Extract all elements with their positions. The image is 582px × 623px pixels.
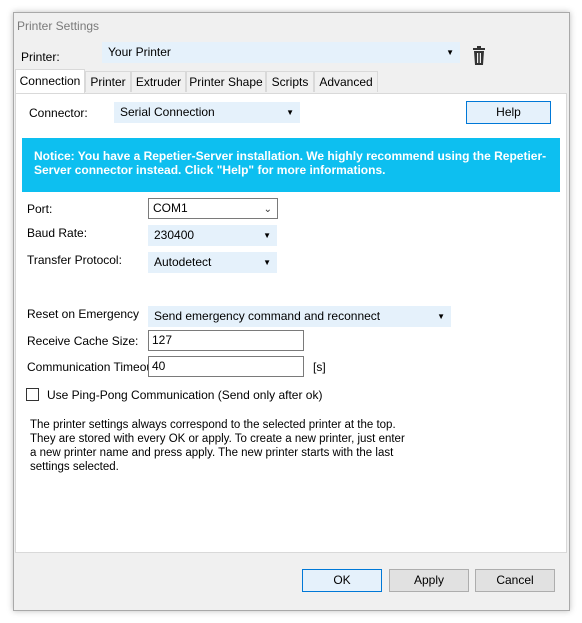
tab-connection[interactable]: Connection: [15, 69, 85, 93]
connector-select-value: Serial Connection: [120, 105, 215, 119]
ping-pong-checkbox[interactable]: [26, 388, 39, 401]
receive-cache-input[interactable]: 127: [148, 330, 304, 351]
transfer-protocol-select[interactable]: Autodetect ▼: [148, 252, 277, 273]
transfer-protocol-value: Autodetect: [154, 255, 212, 269]
printer-select[interactable]: Your Printer ▼: [102, 42, 460, 63]
port-label: Port:: [27, 202, 53, 216]
printer-select-value: Your Printer: [108, 45, 171, 59]
tab-advanced[interactable]: Advanced: [314, 71, 378, 92]
connector-select[interactable]: Serial Connection ▼: [114, 102, 300, 123]
baud-rate-value: 230400: [154, 228, 195, 242]
ping-pong-label: Use Ping-Pong Communication (Send only a…: [47, 388, 323, 402]
port-select[interactable]: COM1 ⌄: [148, 198, 278, 219]
tab-extruder[interactable]: Extruder: [131, 71, 186, 92]
transfer-protocol-label: Transfer Protocol:: [27, 253, 122, 267]
cancel-button[interactable]: Cancel: [475, 569, 555, 592]
apply-button[interactable]: Apply: [389, 569, 469, 592]
printer-label: Printer:: [21, 50, 60, 64]
timeout-unit: [s]: [313, 360, 326, 374]
communication-timeout-label: Communication Timeout:: [27, 360, 160, 374]
chevron-down-icon: ▼: [437, 312, 445, 321]
chevron-down-icon: ▼: [263, 231, 271, 240]
reset-emergency-select[interactable]: Send emergency command and reconnect ▼: [148, 306, 451, 327]
reset-emergency-label: Reset on Emergency: [27, 307, 140, 321]
tab-printer-shape[interactable]: Printer Shape: [186, 71, 266, 92]
connector-label: Connector:: [29, 106, 88, 120]
window-title: Printer Settings: [17, 19, 100, 33]
info-text: The printer settings always correspond t…: [30, 419, 405, 473]
trash-icon[interactable]: [470, 46, 488, 66]
notice-banner: Notice: You have a Repetier-Server insta…: [22, 138, 560, 192]
tab-scripts[interactable]: Scripts: [266, 71, 314, 92]
ok-button[interactable]: OK: [302, 569, 382, 592]
chevron-down-icon: ▼: [446, 48, 454, 57]
help-button[interactable]: Help: [466, 101, 551, 124]
chevron-down-icon: ⌄: [263, 204, 272, 215]
communication-timeout-input[interactable]: 40: [148, 356, 304, 377]
receive-cache-label: Receive Cache Size:: [27, 334, 139, 348]
chevron-down-icon: ▼: [263, 258, 271, 267]
chevron-down-icon: ▼: [286, 108, 294, 117]
reset-emergency-value: Send emergency command and reconnect: [154, 309, 381, 323]
tab-printer[interactable]: Printer: [85, 71, 131, 92]
port-select-value: COM1: [153, 201, 188, 215]
baud-rate-label: Baud Rate:: [27, 226, 88, 240]
baud-rate-select[interactable]: 230400 ▼: [148, 225, 277, 246]
